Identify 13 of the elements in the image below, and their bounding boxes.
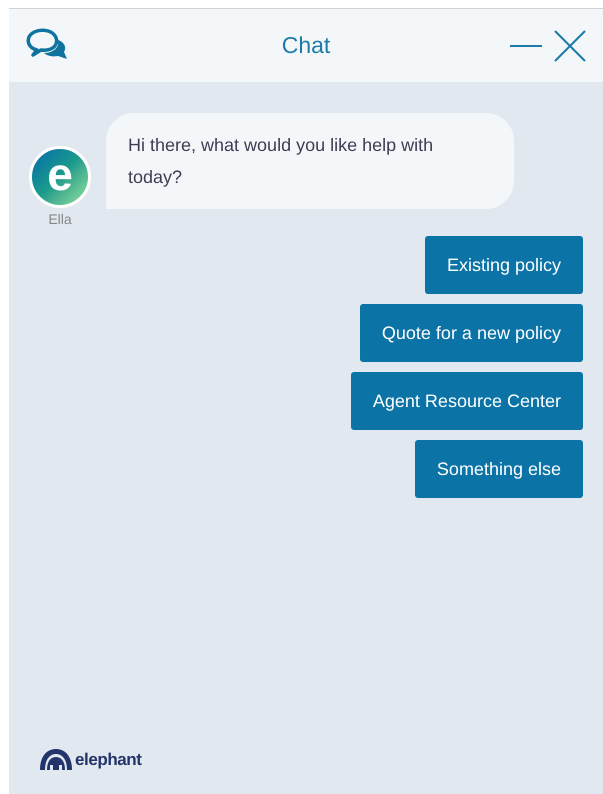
window-title: Chat <box>282 31 330 60</box>
minimize-icon <box>510 44 542 46</box>
option-button[interactable]: Agent Resource Center <box>350 372 583 430</box>
close-icon <box>554 30 586 62</box>
message-bubble: Hi there, what would you like help with today? <box>106 113 514 209</box>
brand-name: elephant <box>75 748 142 770</box>
option-button[interactable]: Quote for a new policy <box>360 304 583 362</box>
sender-name: Ella <box>48 210 72 229</box>
elephant-logo-icon <box>39 747 73 772</box>
option-button[interactable]: Existing policy <box>424 236 583 294</box>
option-button[interactable]: Something else <box>414 440 583 498</box>
avatar: e <box>29 146 91 208</box>
close-button[interactable] <box>553 28 587 62</box>
